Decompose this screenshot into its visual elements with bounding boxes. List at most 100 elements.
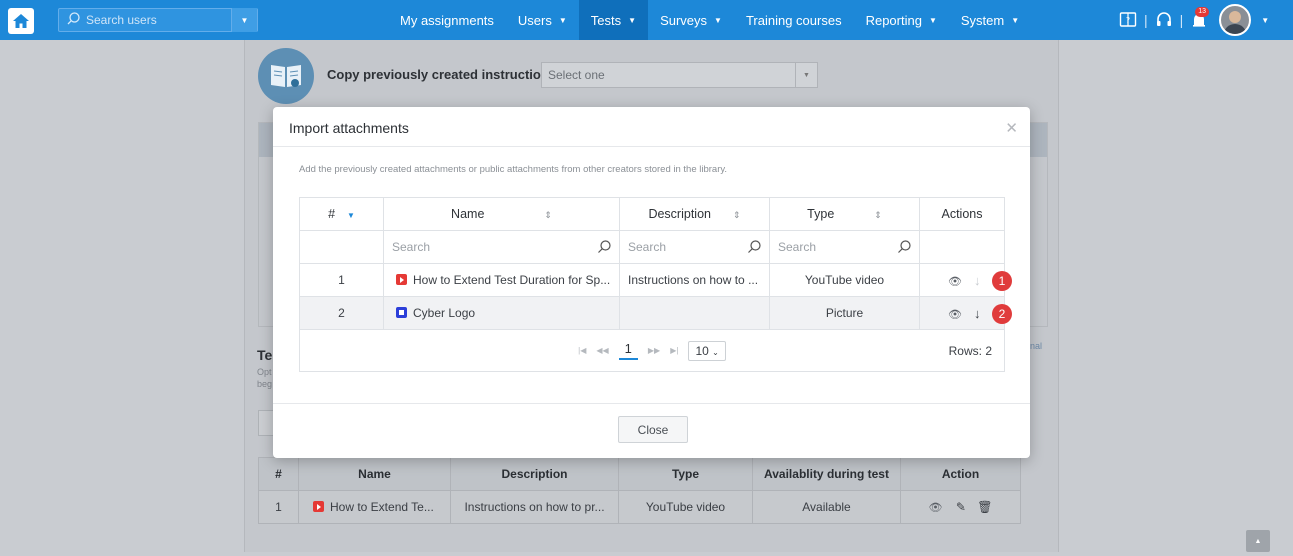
type-search-cell: [769, 230, 920, 264]
description-search-cell: [619, 230, 770, 264]
section-title: Te: [257, 347, 273, 363]
first-page-icon[interactable]: |◀: [578, 346, 586, 355]
header-actions: ? | | 13 ▼: [1118, 0, 1269, 40]
delete-icon[interactable]: 🗑: [977, 500, 992, 514]
prev-page-icon[interactable]: ◀◀: [596, 346, 608, 355]
section-description: Opt: [257, 367, 272, 377]
separator: |: [1179, 12, 1184, 28]
table-row[interactable]: 2 Cyber Logo Picture 👁 ↓ 2: [299, 296, 1012, 330]
dialog-description: Add the previously created attachments o…: [299, 164, 728, 175]
attachment-type: YouTube video: [618, 490, 753, 524]
notifications-icon[interactable]: 13: [1189, 7, 1210, 30]
home-icon: [13, 14, 29, 28]
empty-cell: [299, 230, 384, 264]
chevron-down-icon[interactable]: ▼: [1261, 16, 1269, 25]
svg-text:?: ?: [1126, 16, 1130, 25]
description-search-input[interactable]: [628, 240, 718, 254]
attachment-availability: Available: [752, 490, 901, 524]
nav-training-courses[interactable]: Training courses: [734, 0, 854, 40]
edit-icon[interactable]: ✎: [956, 500, 966, 514]
chevron-down-icon: ▼: [628, 15, 637, 25]
import-download-icon[interactable]: ↓: [974, 273, 981, 288]
pagination: |◀ ◀◀ 1 ▶▶ ▶| 10 ⌄: [300, 340, 1004, 361]
attachment-name: How to Extend Test Duration for Sp...: [413, 273, 611, 287]
column-label: Name: [451, 207, 485, 221]
row-number: 1: [258, 490, 299, 524]
copy-instructions-label: Copy previously created instructions:: [327, 67, 561, 82]
close-button[interactable]: Close: [618, 416, 688, 443]
column-header: Type: [618, 457, 753, 491]
attachment-name-cell: How to Extend Test Duration for Sp...: [383, 263, 620, 297]
sort-desc-icon: ▼: [347, 211, 355, 220]
view-icon[interactable]: 👁: [948, 275, 962, 288]
import-download-icon[interactable]: ↓: [974, 306, 981, 321]
nav-surveys[interactable]: Surveys ▼: [648, 0, 734, 40]
chevron-down-icon: ▼: [558, 15, 567, 25]
separator: |: [1144, 12, 1148, 28]
avatar[interactable]: [1219, 4, 1252, 36]
nav-tests[interactable]: Tests ▼: [578, 0, 649, 40]
column-header: Availablity during test: [752, 457, 901, 491]
select-value: Select one: [548, 68, 605, 82]
import-attachments-dialog: Import attachments ✕ Add the previously …: [273, 107, 1030, 458]
step-badge: 2: [992, 304, 1012, 324]
copy-instructions-select[interactable]: Select one ▼: [541, 62, 818, 88]
page-size-select[interactable]: 10 ⌄: [688, 340, 726, 361]
search-icon: [748, 240, 761, 253]
library-attachments-table: #▼ Name⇕ Description⇕ Type⇕ Actions 1 Ho…: [299, 197, 1012, 372]
column-header: #: [258, 457, 299, 491]
name-search-input[interactable]: [392, 240, 482, 254]
main-nav: My assignments Users ▼ Tests ▼ Surveys ▼ Tr…: [388, 0, 1031, 40]
nav-label: Tests: [590, 12, 622, 28]
nav-label: My assignments: [400, 12, 494, 28]
table-row: 1 How to Extend Te... Instructions on ho…: [258, 490, 1021, 524]
dialog-title: Import attachments: [289, 120, 409, 136]
last-page-icon[interactable]: ▶|: [670, 346, 678, 355]
search-dropdown-button[interactable]: ▼: [231, 8, 257, 32]
attachment-description: [619, 296, 770, 330]
rows-count: Rows: 2: [948, 344, 992, 358]
current-page[interactable]: 1: [618, 341, 638, 360]
headset-icon[interactable]: [1154, 10, 1174, 30]
attachment-name: Cyber Logo: [413, 306, 476, 320]
column-label: Actions: [941, 207, 983, 221]
page-size-value: 10: [695, 343, 709, 358]
nav-reporting[interactable]: Reporting ▼: [854, 0, 949, 40]
chevron-down-icon: ▼: [795, 63, 817, 87]
nav-users[interactable]: Users ▼: [506, 0, 579, 40]
table-row[interactable]: 1 How to Extend Test Duration for Sp... …: [299, 263, 1012, 297]
search-users-input[interactable]: [86, 13, 226, 27]
divider: [273, 146, 1030, 147]
nav-label: Users: [517, 12, 552, 28]
pager-row: |◀ ◀◀ 1 ▶▶ ▶| 10 ⌄ Rows: 2: [299, 329, 1005, 372]
nav-my-assignments[interactable]: My assignments: [388, 0, 506, 40]
optional-link[interactable]: nal: [1030, 341, 1042, 351]
attachments-table: # Name Description Type Availablity duri…: [258, 457, 1021, 524]
scroll-to-top-button[interactable]: ▲: [1246, 530, 1270, 552]
row-number: 2: [299, 296, 384, 330]
chevron-down-icon: ▼: [714, 15, 722, 25]
column-header-description[interactable]: Description ⇕: [619, 197, 770, 231]
home-button[interactable]: [8, 8, 34, 34]
nav-label: Training courses: [745, 12, 842, 28]
search-row: [299, 230, 1005, 264]
sort-icon: ⇕: [544, 210, 552, 220]
close-icon[interactable]: ✕: [1005, 119, 1018, 137]
type-search-input[interactable]: [778, 240, 868, 254]
row-actions: 👁 ↓ 2: [919, 296, 1012, 330]
nav-system[interactable]: System ▼: [949, 0, 1031, 40]
column-label: Description: [648, 207, 711, 221]
user-search: ▼: [58, 8, 258, 32]
view-icon[interactable]: 👁: [948, 308, 962, 321]
column-header-name[interactable]: Name ⇕: [383, 197, 620, 231]
help-book-icon[interactable]: ?: [1118, 10, 1138, 30]
attachment-name-cell: How to Extend Te...: [298, 490, 451, 524]
column-label: #: [328, 207, 336, 221]
view-icon[interactable]: 👁: [929, 501, 943, 514]
row-actions: 👁 ✎ 🗑: [900, 490, 1021, 524]
column-header-type[interactable]: Type ⇕: [769, 197, 920, 231]
next-page-icon[interactable]: ▶▶: [648, 346, 660, 355]
attachment-type: Picture: [769, 296, 920, 330]
row-actions: 👁 ↓ 1: [919, 263, 1012, 297]
column-header-number[interactable]: # ▼: [299, 197, 384, 231]
